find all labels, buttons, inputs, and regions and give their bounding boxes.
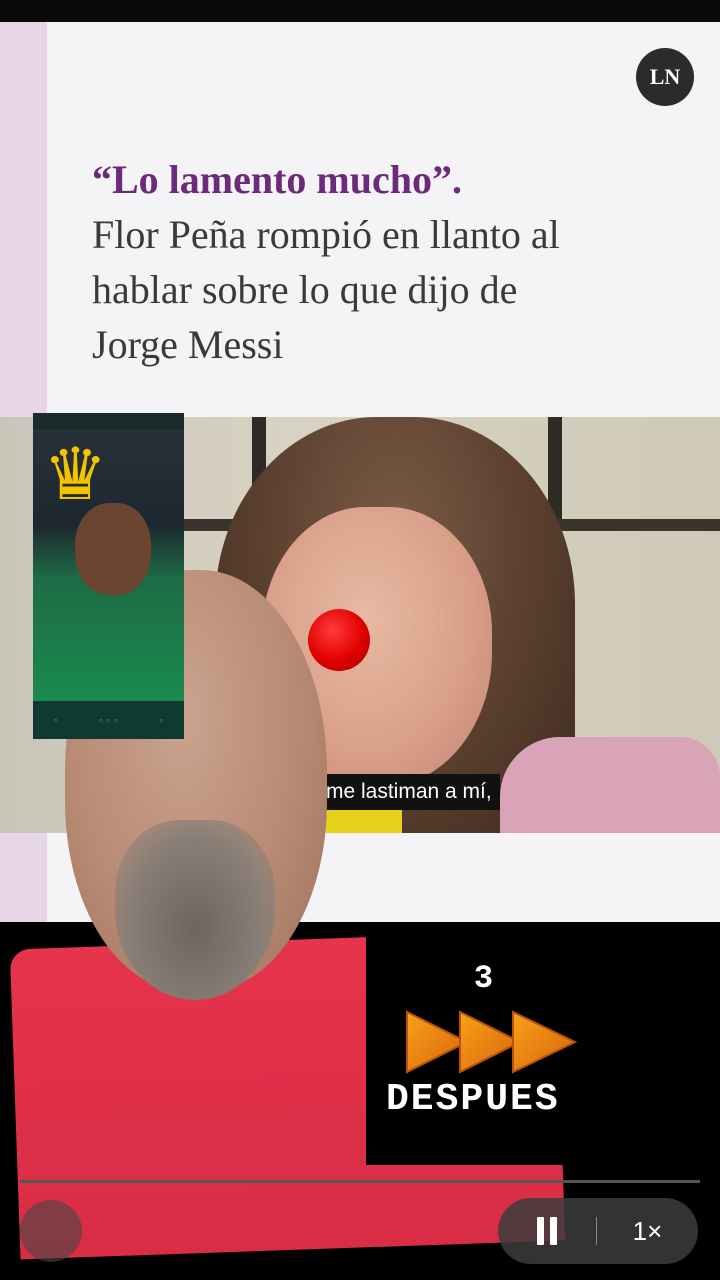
video-progress-bar[interactable] — [20, 1180, 700, 1183]
pip-player-face — [75, 503, 151, 595]
article-headline: “Lo lamento mucho”. Flor Peña rompió en … — [92, 152, 612, 372]
player-controls: 1× — [498, 1198, 698, 1264]
pip-control-icon: ◦ — [53, 713, 58, 727]
playback-speed-button[interactable]: 1× — [597, 1198, 698, 1264]
pause-button[interactable] — [498, 1198, 596, 1264]
pip-controls: ◦ ◦ ◦ ◦ ◦ — [33, 701, 184, 739]
clown-nose-sticker — [308, 609, 370, 671]
fast-forward-icon — [406, 1010, 578, 1074]
la-nacion-logo: LN — [636, 48, 694, 106]
mute-button[interactable] — [20, 1200, 82, 1262]
pause-icon — [537, 1217, 557, 1245]
skip-count: 3 — [473, 960, 494, 997]
pip-control-icon: ◦ — [159, 713, 164, 727]
top-status-bar — [0, 0, 720, 22]
skip-label: DESPUES — [386, 1078, 560, 1121]
pip-control-icon: ◦ ◦ ◦ — [98, 713, 119, 727]
headline-quote: “Lo lamento mucho”. — [92, 157, 462, 202]
picture-in-picture-video[interactable]: ♛ ◦ ◦ ◦ ◦ ◦ — [33, 413, 184, 739]
crown-icon: ♛ — [43, 435, 108, 515]
woman-sweater — [500, 737, 720, 833]
headline-body: Flor Peña rompió en llanto al hablar sob… — [92, 212, 560, 367]
